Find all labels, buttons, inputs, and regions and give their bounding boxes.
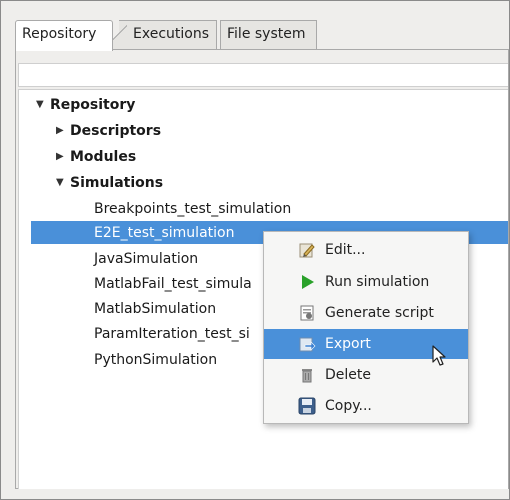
context-menu: Edit... Run simulation Generate script E…	[263, 231, 469, 424]
tree-item-simulation-selected[interactable]: E2E_test_simulation	[94, 220, 234, 246]
expanded-arrow-icon[interactable]: ▼	[56, 170, 70, 196]
menu-item-label: Generate script	[325, 305, 434, 321]
mouse-cursor-icon	[432, 345, 446, 366]
menu-item-run-simulation[interactable]: Run simulation	[264, 267, 468, 297]
tree-node-label: Simulations	[70, 175, 164, 191]
copy-icon	[298, 397, 316, 415]
tree-item-simulation[interactable]: PythonSimulation	[94, 347, 217, 373]
tab-repository[interactable]: Repository	[15, 20, 113, 51]
script-icon	[300, 305, 314, 321]
repository-window: Repository Executions File system ▼ Repos…	[0, 0, 510, 500]
menu-item-label: Delete	[325, 367, 371, 383]
menu-item-label: Edit...	[325, 242, 366, 258]
expanded-arrow-icon[interactable]: ▼	[36, 92, 50, 118]
tab-bar: Repository Executions File system	[15, 20, 435, 51]
menu-item-edit[interactable]: Edit...	[264, 235, 468, 265]
export-icon	[299, 337, 316, 352]
panel-toolbar	[18, 63, 508, 87]
tree-node-simulations[interactable]: ▼ Simulations	[56, 170, 163, 196]
tab-executions[interactable]: Executions	[107, 20, 217, 50]
tree-item-simulation[interactable]: MatlabFail_test_simula	[94, 271, 252, 297]
collapsed-arrow-icon[interactable]: ▶	[56, 118, 70, 144]
menu-item-label: Copy...	[325, 398, 372, 414]
run-icon	[302, 275, 314, 289]
tree-node-descriptors[interactable]: ▶ Descriptors	[56, 118, 161, 144]
tree-item-simulation[interactable]: Breakpoints_test_simulation	[94, 196, 291, 222]
menu-item-label: Export	[325, 336, 371, 352]
tab-file-system[interactable]: File system	[220, 20, 317, 49]
menu-item-label: Run simulation	[325, 274, 430, 290]
tree-item-simulation[interactable]: ParamIteration_test_si	[94, 321, 250, 347]
delete-icon	[302, 369, 312, 383]
tree-item-simulation[interactable]: JavaSimulation	[94, 246, 198, 272]
tree-node-modules[interactable]: ▶ Modules	[56, 144, 136, 170]
tree-item-simulation[interactable]: MatlabSimulation	[94, 296, 216, 322]
edit-icon	[299, 243, 315, 258]
tree-node-label: Descriptors	[70, 123, 162, 139]
collapsed-arrow-icon[interactable]: ▶	[56, 144, 70, 170]
tree-node-label: Repository	[50, 97, 136, 113]
menu-item-generate-script[interactable]: Generate script	[264, 298, 468, 328]
menu-item-copy[interactable]: Copy...	[264, 391, 468, 421]
tree-node-repository[interactable]: ▼ Repository	[36, 92, 135, 118]
tree-node-label: Modules	[70, 149, 137, 165]
